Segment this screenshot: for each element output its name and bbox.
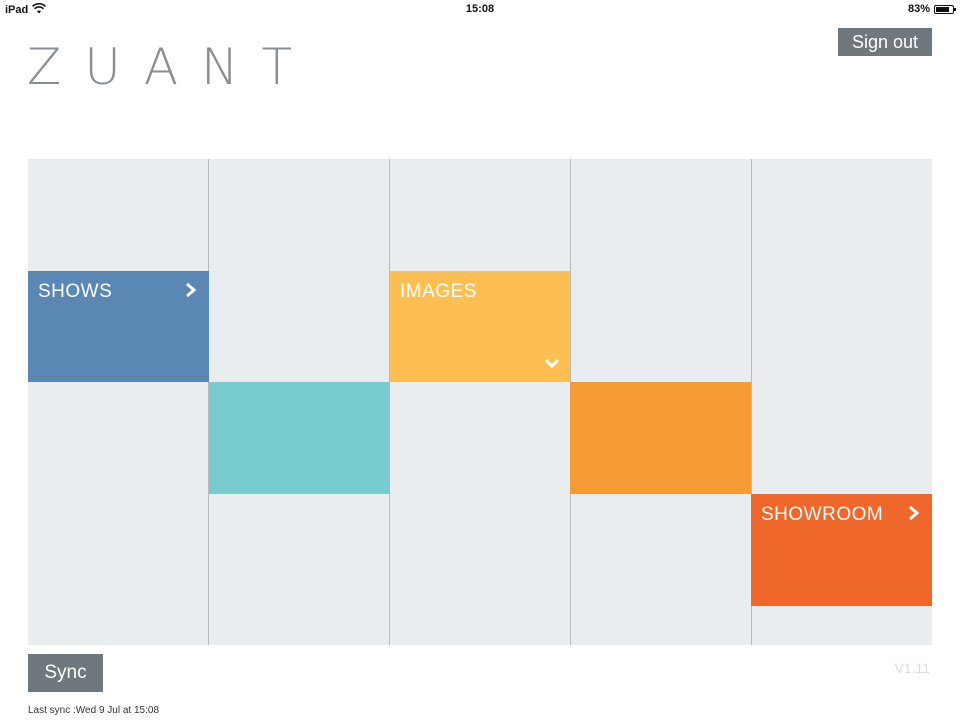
battery-percent: 83% xyxy=(907,3,930,15)
app-logo: ZUANT xyxy=(27,38,315,96)
status-time: 15:08 xyxy=(465,3,495,15)
sign-out-button[interactable]: Sign out xyxy=(838,28,932,56)
images-tile[interactable]: IMAGES xyxy=(390,271,570,382)
status-bar: iPad 15:08 83% xyxy=(0,0,960,20)
menu-grid: SHOWS IMAGES SHOWROOM xyxy=(28,159,932,645)
last-sync-text: Last sync :Wed 9 Jul at 15:08 xyxy=(28,705,160,716)
status-right: 83% xyxy=(907,3,956,15)
shows-tile[interactable]: SHOWS xyxy=(28,271,209,382)
chevron-right-icon xyxy=(185,281,197,304)
chevron-down-icon xyxy=(544,356,560,374)
orange-tile[interactable] xyxy=(570,382,751,494)
showroom-label: SHOWROOM xyxy=(761,504,884,525)
sync-button[interactable]: Sync xyxy=(28,654,103,692)
battery-icon xyxy=(934,4,956,14)
chevron-right-icon xyxy=(908,504,920,527)
teal-tile[interactable] xyxy=(209,382,390,494)
version-label: V1.11 xyxy=(894,660,930,676)
page: iPad 15:08 83% ZUANT Sign out SHOWS IMAG… xyxy=(0,0,960,720)
images-label: IMAGES xyxy=(400,281,477,302)
shows-label: SHOWS xyxy=(38,281,113,302)
showroom-tile[interactable]: SHOWROOM xyxy=(751,494,932,606)
